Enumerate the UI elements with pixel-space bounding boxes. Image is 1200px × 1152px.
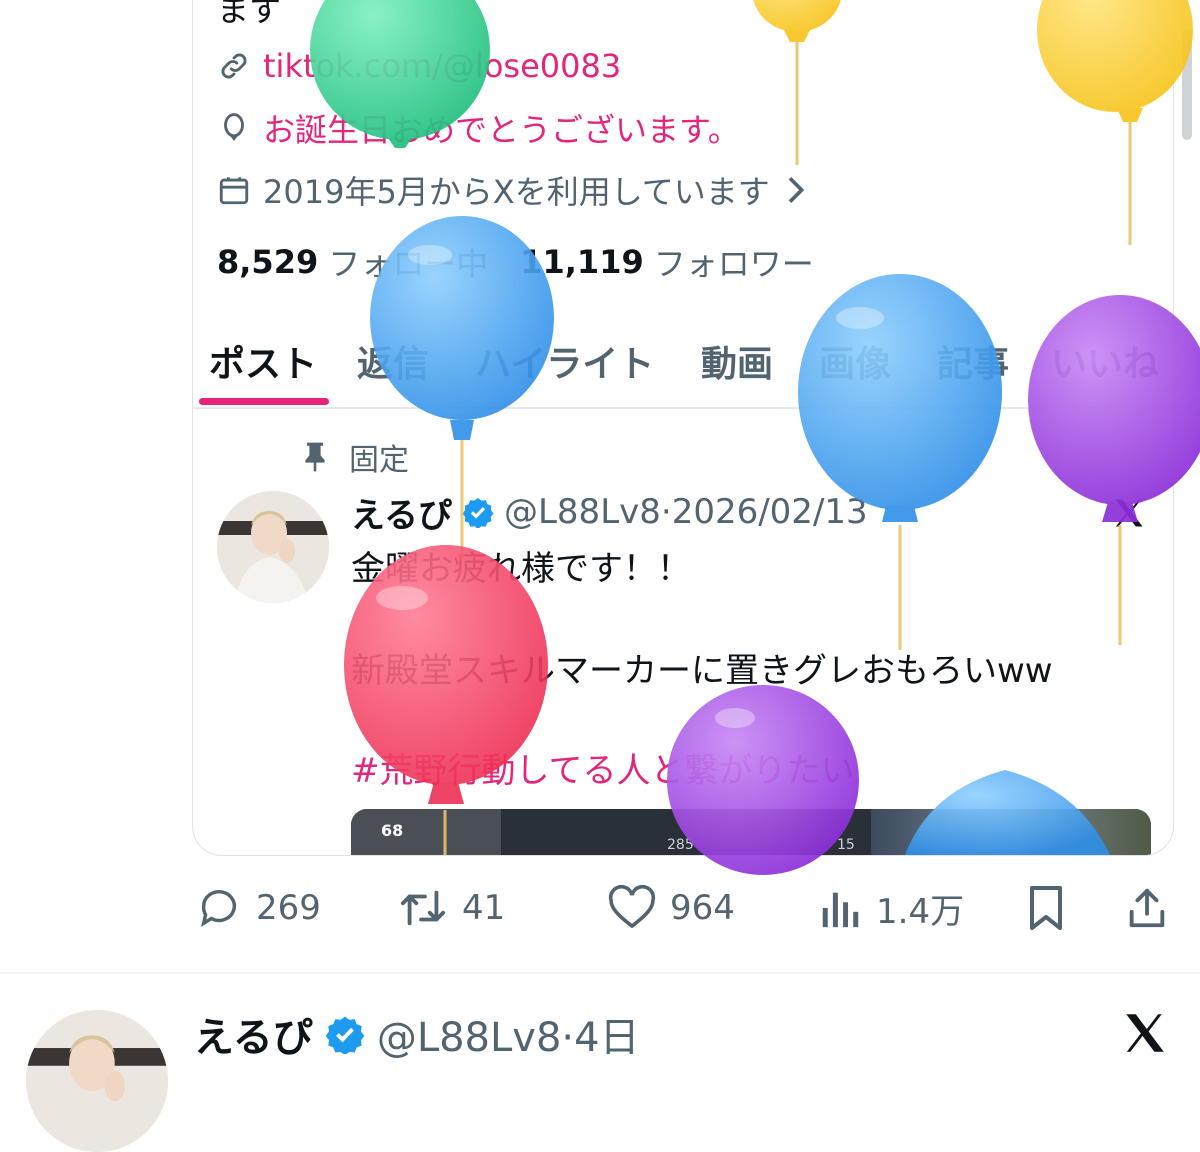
post-media[interactable]: 68 285 15	[351, 809, 1151, 855]
calendar-icon	[217, 173, 251, 207]
share-button[interactable]	[1124, 880, 1184, 936]
next-post-header: えるぴ @L88Lv8·4日	[194, 1004, 640, 1064]
reply-count: 269	[256, 888, 321, 928]
pinned-indicator: 固定	[301, 435, 409, 479]
tab-likes[interactable]: いいね	[1051, 335, 1159, 387]
repost-button[interactable]: 41	[398, 880, 505, 936]
media-hud-text: 68	[381, 821, 404, 840]
verified-badge-icon	[325, 1014, 365, 1054]
tab-replies[interactable]: 返信	[357, 335, 429, 387]
like-button[interactable]: 964	[608, 880, 735, 936]
next-author-name[interactable]: えるぴ	[194, 1005, 313, 1063]
pin-icon	[301, 441, 329, 473]
tabs-divider	[193, 407, 1173, 409]
tab-videos[interactable]: 動画	[701, 335, 773, 387]
link-icon	[217, 49, 251, 83]
view-count: 1.4万	[876, 891, 965, 932]
repost-icon	[400, 890, 446, 926]
reply-button[interactable]: 269	[196, 880, 321, 936]
followers-label: フォロワー	[653, 245, 814, 283]
avatar-illustration	[26, 1010, 168, 1152]
chevron-right-icon	[784, 175, 806, 205]
share-icon	[1129, 888, 1165, 928]
next-author-handle-date[interactable]: @L88Lv8·4日	[377, 1005, 640, 1063]
followers-link[interactable]: 11,119 フォロワー	[520, 239, 814, 285]
reply-icon	[201, 890, 237, 927]
verified-badge-icon	[462, 496, 494, 528]
post-hashtag[interactable]: #荒野行動してる人と繋がりたい	[351, 743, 854, 792]
profile-card: ます tiktok.com/@lose0083 お誕生日おめでとうございます。	[192, 0, 1174, 856]
post-separator	[0, 972, 1200, 974]
media-scene	[871, 809, 1151, 855]
bookmark-icon	[1030, 886, 1062, 930]
repost-count: 41	[462, 888, 506, 928]
author-handle-date[interactable]: @L88Lv8·2026/02/13	[504, 492, 868, 532]
avatar-illustration	[217, 491, 329, 603]
following-link[interactable]: 8,529 フォロー中	[217, 239, 488, 285]
profile-tabs: ポスト 返信 ハイライト 動画 画像 記事 いいね	[193, 329, 1173, 407]
next-post-avatar[interactable]	[26, 1010, 168, 1152]
balloon-icon	[217, 111, 251, 145]
following-label: フォロー中	[328, 245, 489, 283]
views-button[interactable]: 1.4万	[818, 880, 964, 936]
tab-articles[interactable]: 記事	[937, 335, 1009, 387]
x-logo-icon	[1111, 495, 1147, 535]
tab-images[interactable]: 画像	[819, 335, 891, 387]
joined-text: 2019年5月からXを利用しています	[263, 173, 770, 211]
bookmark-button[interactable]	[1024, 880, 1082, 936]
tab-highlights[interactable]: ハイライト	[475, 335, 654, 387]
profile-link[interactable]: tiktok.com/@lose0083	[263, 47, 621, 85]
follow-stats: 8,529 フォロー中 11,119 フォロワー	[217, 237, 814, 287]
media-hud-text: 285	[667, 837, 694, 853]
followers-count: 11,119	[520, 243, 644, 281]
heart-icon	[608, 885, 656, 929]
post-header: えるぴ @L88Lv8·2026/02/13	[351, 485, 868, 539]
x-logo-icon	[1120, 1008, 1170, 1062]
media-hud-text: 15	[837, 837, 855, 853]
scrollbar[interactable]	[1182, 30, 1192, 140]
following-count: 8,529	[217, 243, 319, 281]
like-count: 964	[670, 888, 735, 928]
birthday-row: お誕生日おめでとうございます。	[217, 103, 740, 153]
post-text-line2: 新殿堂スキルマーカーに置きグレおもろいww	[351, 651, 1053, 691]
post-text-line1: 金曜お疲れ様です！！	[351, 549, 691, 589]
analytics-icon	[822, 892, 859, 928]
pinned-label: 固定	[349, 443, 409, 478]
author-name[interactable]: えるぴ	[351, 488, 452, 537]
media-hud-panel	[351, 809, 501, 855]
joined-row[interactable]: 2019年5月からXを利用しています	[217, 165, 806, 215]
birthday-text: お誕生日おめでとうございます。	[263, 111, 740, 149]
bio-text: ます	[217, 0, 282, 29]
profile-link-row[interactable]: tiktok.com/@lose0083	[217, 41, 621, 91]
tab-posts[interactable]: ポスト	[209, 335, 317, 387]
active-tab-indicator	[199, 398, 329, 405]
avatar[interactable]	[217, 491, 329, 603]
